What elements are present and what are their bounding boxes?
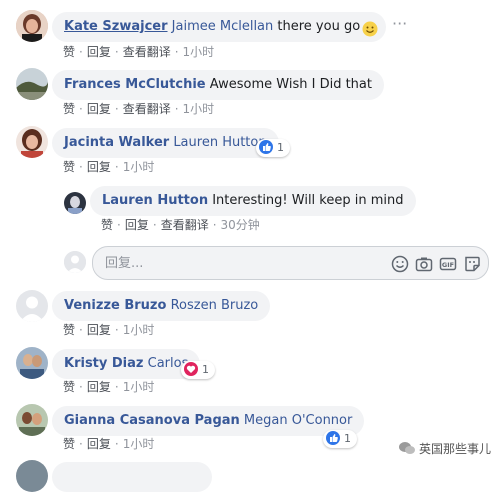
timestamp[interactable]: 1小时 — [123, 437, 155, 451]
reply-button[interactable]: 回复 — [87, 45, 111, 59]
reply-button[interactable]: 回复 — [87, 437, 111, 451]
reply-button[interactable]: 回复 — [125, 218, 149, 232]
comment-bubble: Kristy Diaz Carlos — [52, 349, 201, 379]
wechat-icon — [398, 441, 416, 458]
reaction-number: 1 — [202, 363, 209, 376]
avatar[interactable] — [16, 460, 48, 492]
like-button[interactable]: 赞 — [63, 437, 75, 451]
reply-button[interactable]: 回复 — [87, 323, 111, 337]
like-reaction-icon — [326, 431, 340, 445]
reply-box: GIF — [92, 246, 489, 280]
avatar[interactable] — [16, 126, 48, 158]
author-name[interactable]: Lauren Hutton — [102, 193, 208, 208]
comment-bubble: Jacinta Walker Lauren Hutton — [52, 128, 279, 158]
reply-button[interactable]: 回复 — [87, 380, 111, 394]
comment-actions: 赞 · 回复 · 1小时 — [63, 160, 155, 174]
emoji-icon[interactable] — [390, 254, 410, 274]
reply-input[interactable] — [103, 247, 357, 279]
comment-bubble: Gianna Casanova Pagan Megan O'Connor — [52, 406, 365, 436]
current-user-avatar — [64, 251, 86, 273]
smile-emoji-icon — [362, 19, 378, 37]
comment-actions: 赞 · 回复 · 查看翻译 · 1小时 — [63, 102, 215, 116]
mention[interactable]: Megan O'Connor — [244, 413, 352, 428]
translate-button[interactable]: 查看翻译 — [123, 102, 171, 116]
timestamp[interactable]: 30分钟 — [221, 218, 260, 232]
comment-bubble: Venizze Bruzo Roszen Bruzo — [52, 291, 271, 321]
reaction-count[interactable]: 1 — [181, 361, 215, 379]
comment-text: Interesting! Will keep in mind — [212, 193, 404, 208]
reply-button[interactable]: 回复 — [87, 102, 111, 116]
avatar[interactable] — [16, 404, 48, 436]
comment-actions: 赞 · 回复 · 查看翻译 · 1小时 — [63, 45, 215, 59]
comment-bubble: Kate Szwajcer Jaimee Mclellan there you … — [52, 12, 387, 42]
comment-bubble: Frances McClutchie Awesome Wish I Did th… — [52, 70, 384, 100]
timestamp[interactable]: 1小时 — [123, 380, 155, 394]
more-options-icon[interactable]: ··· — [392, 14, 407, 33]
like-button[interactable]: 赞 — [63, 380, 75, 394]
avatar[interactable] — [16, 290, 48, 322]
camera-icon[interactable] — [414, 254, 434, 274]
author-name[interactable]: Kristy Diaz — [64, 356, 143, 371]
avatar[interactable] — [16, 10, 48, 42]
comment-bubble — [52, 462, 212, 492]
reaction-count[interactable]: 1 — [323, 430, 357, 448]
timestamp[interactable]: 1小时 — [183, 102, 215, 116]
timestamp[interactable]: 1小时 — [123, 160, 155, 174]
avatar[interactable] — [64, 192, 86, 214]
like-button[interactable]: 赞 — [63, 160, 75, 174]
author-name[interactable]: Gianna Casanova Pagan — [64, 413, 240, 428]
comment-actions: 赞 · 回复 · 1小时 — [63, 323, 155, 337]
timestamp[interactable]: 1小时 — [183, 45, 215, 59]
reaction-count[interactable]: 1 — [256, 139, 290, 157]
timestamp[interactable]: 1小时 — [123, 323, 155, 337]
like-button[interactable]: 赞 — [63, 102, 75, 116]
avatar[interactable] — [16, 68, 48, 100]
watermark-text: 英国那些事儿 — [418, 442, 491, 456]
gif-icon[interactable]: GIF — [438, 254, 458, 274]
reaction-number: 1 — [344, 432, 351, 445]
like-button[interactable]: 赞 — [63, 323, 75, 337]
watermark: 英国那些事儿 — [398, 440, 491, 458]
like-button[interactable]: 赞 — [63, 45, 75, 59]
author-name[interactable]: Venizze Bruzo — [64, 298, 166, 313]
mention[interactable]: Lauren Hutton — [173, 135, 266, 150]
avatar[interactable] — [16, 347, 48, 379]
comment-actions: 赞 · 回复 · 1小时 — [63, 437, 155, 451]
comment-actions: 赞 · 回复 · 1小时 — [63, 380, 155, 394]
love-reaction-icon — [184, 362, 198, 376]
author-name[interactable]: Frances McClutchie — [64, 77, 206, 92]
translate-button[interactable]: 查看翻译 — [161, 218, 209, 232]
author-name[interactable]: Kate Szwajcer — [64, 19, 168, 34]
comment-bubble: Lauren Hutton Interesting! Will keep in … — [90, 186, 416, 216]
translate-button[interactable]: 查看翻译 — [123, 45, 171, 59]
author-name[interactable]: Jacinta Walker — [64, 135, 169, 150]
comment-text: there you go — [277, 19, 361, 34]
reply-tools: GIF — [386, 253, 482, 274]
sticker-icon[interactable] — [462, 254, 482, 274]
like-reaction-icon — [259, 140, 273, 154]
reply-button[interactable]: 回复 — [87, 160, 111, 174]
like-button[interactable]: 赞 — [101, 218, 113, 232]
comment-actions: 赞 · 回复 · 查看翻译 · 30分钟 — [101, 218, 260, 232]
svg-text:GIF: GIF — [442, 260, 454, 268]
mention[interactable]: Jaimee Mclellan — [172, 19, 274, 34]
reaction-number: 1 — [277, 141, 284, 154]
mention[interactable]: Roszen Bruzo — [171, 298, 259, 313]
comment-text: Awesome Wish I Did that — [209, 77, 372, 92]
